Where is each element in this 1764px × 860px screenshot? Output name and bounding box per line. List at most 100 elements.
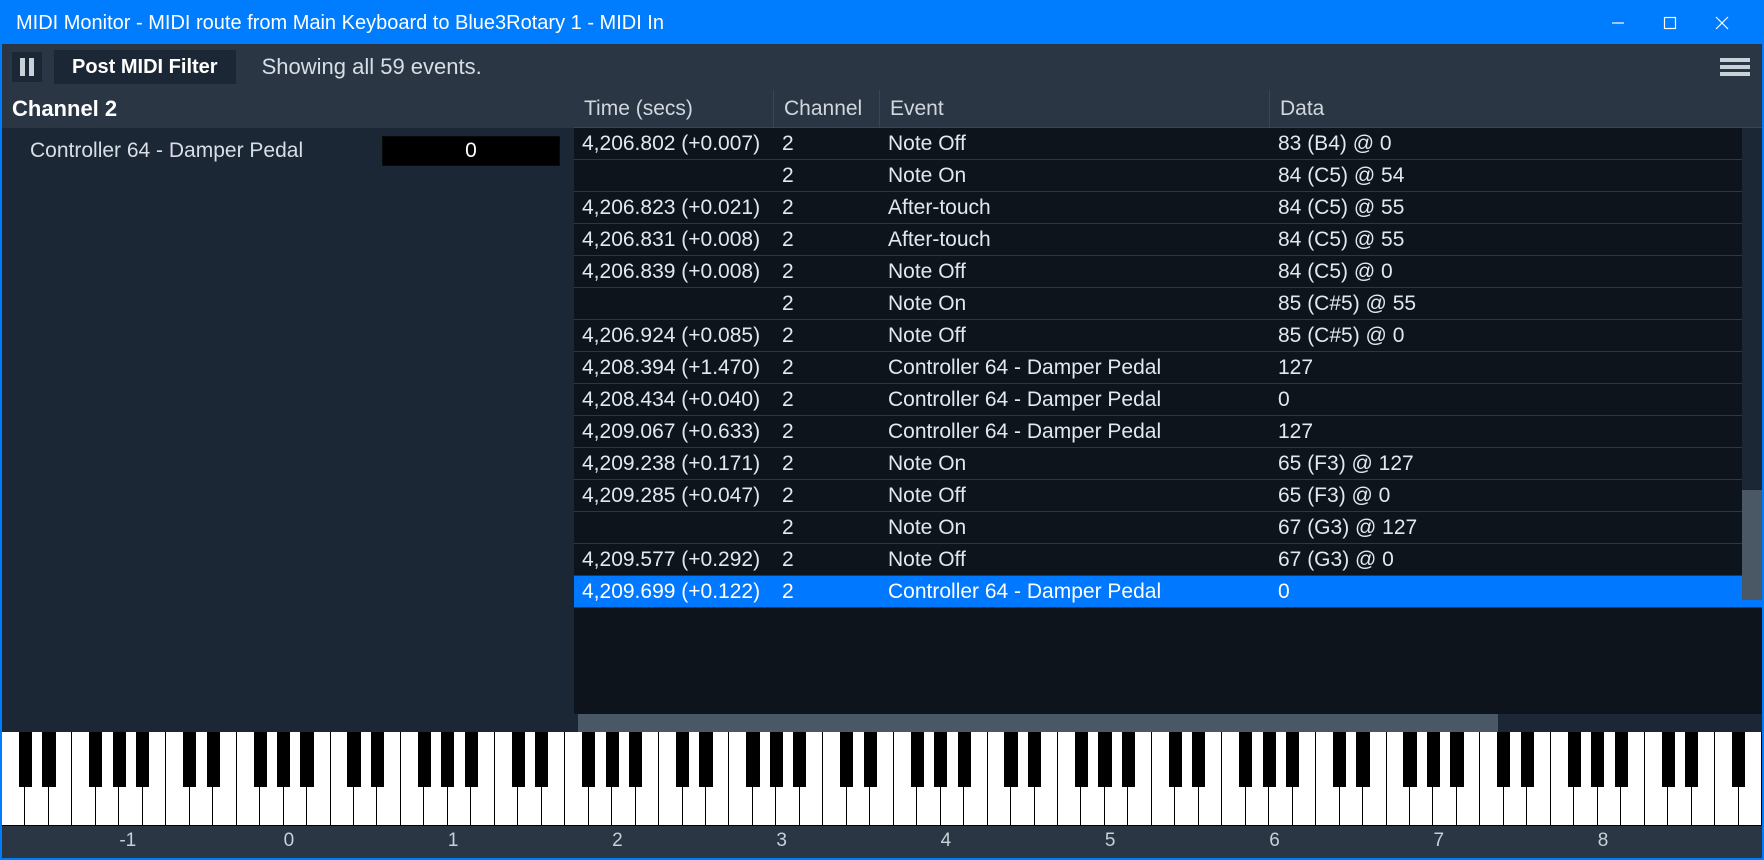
table-row[interactable]: 4,206.823 (+0.021)2After-touch84 (C5) @ … <box>574 192 1762 224</box>
black-key[interactable] <box>1732 732 1745 787</box>
table-row[interactable]: 4,209.238 (+0.171)2Note On65 (F3) @ 127 <box>574 448 1762 480</box>
filter-mode-button[interactable]: Post MIDI Filter <box>54 50 236 84</box>
table-row[interactable]: 4,209.577 (+0.292)2Note Off67 (G3) @ 0 <box>574 544 1762 576</box>
black-key[interactable] <box>770 732 783 787</box>
table-row[interactable]: 4,206.802 (+0.007)2Note Off83 (B4) @ 0 <box>574 128 1762 160</box>
black-key[interactable] <box>1450 732 1463 787</box>
black-key[interactable] <box>300 732 313 787</box>
black-key[interactable] <box>1333 732 1346 787</box>
piano-keyboard[interactable] <box>2 732 1762 826</box>
cell-time: 4,209.577 (+0.292) <box>574 544 774 575</box>
column-header-data[interactable]: Data <box>1270 90 1740 127</box>
black-key[interactable] <box>42 732 55 787</box>
octave-label: 4 <box>941 830 952 852</box>
cell-channel: 2 <box>774 576 880 607</box>
cell-channel: 2 <box>774 544 880 575</box>
vertical-scrollbar[interactable] <box>1742 128 1762 600</box>
black-key[interactable] <box>911 732 924 787</box>
black-key[interactable] <box>512 732 525 787</box>
table-row[interactable]: 4,209.285 (+0.047)2Note Off65 (F3) @ 0 <box>574 480 1762 512</box>
cell-channel: 2 <box>774 384 880 415</box>
column-header-event[interactable]: Event <box>880 90 1270 127</box>
black-key[interactable] <box>746 732 759 787</box>
table-row[interactable]: 4,208.394 (+1.470)2Controller 64 - Dampe… <box>574 352 1762 384</box>
black-key[interactable] <box>958 732 971 787</box>
black-key[interactable] <box>676 732 689 787</box>
black-key[interactable] <box>1403 732 1416 787</box>
pause-button[interactable] <box>12 52 42 82</box>
black-key[interactable] <box>1075 732 1088 787</box>
black-key[interactable] <box>1286 732 1299 787</box>
black-key[interactable] <box>1662 732 1675 787</box>
black-key[interactable] <box>207 732 220 787</box>
black-key[interactable] <box>1427 732 1440 787</box>
black-key[interactable] <box>465 732 478 787</box>
black-key[interactable] <box>1615 732 1628 787</box>
piano-section: -1012345678 <box>2 732 1762 858</box>
black-key[interactable] <box>1685 732 1698 787</box>
black-key[interactable] <box>347 732 360 787</box>
black-key[interactable] <box>535 732 548 787</box>
cell-data: 67 (G3) @ 0 <box>1270 544 1762 575</box>
hamburger-icon <box>1720 58 1750 62</box>
black-key[interactable] <box>629 732 642 787</box>
black-key[interactable] <box>582 732 595 787</box>
table-row[interactable]: 2Note On67 (G3) @ 127 <box>574 512 1762 544</box>
black-key[interactable] <box>89 732 102 787</box>
black-key[interactable] <box>371 732 384 787</box>
black-key[interactable] <box>1028 732 1041 787</box>
black-key[interactable] <box>1497 732 1510 787</box>
table-row[interactable]: 4,206.831 (+0.008)2After-touch84 (C5) @ … <box>574 224 1762 256</box>
table-row[interactable]: 4,209.699 (+0.122)2Controller 64 - Dampe… <box>574 576 1762 608</box>
vertical-scrollbar-thumb[interactable] <box>1742 490 1762 600</box>
table-row[interactable]: 4,208.434 (+0.040)2Controller 64 - Dampe… <box>574 384 1762 416</box>
cell-time: 4,206.839 (+0.008) <box>574 256 774 287</box>
black-key[interactable] <box>1169 732 1182 787</box>
black-key[interactable] <box>254 732 267 787</box>
black-key[interactable] <box>1098 732 1111 787</box>
column-header-time[interactable]: Time (secs) <box>574 90 774 127</box>
black-key[interactable] <box>1356 732 1369 787</box>
table-row[interactable]: 2Note On84 (C5) @ 54 <box>574 160 1762 192</box>
table-row[interactable]: 4,206.839 (+0.008)2Note Off84 (C5) @ 0 <box>574 256 1762 288</box>
black-key[interactable] <box>1521 732 1534 787</box>
black-key[interactable] <box>113 732 126 787</box>
hamburger-menu-button[interactable] <box>1718 52 1752 82</box>
black-key[interactable] <box>699 732 712 787</box>
cell-time: 4,206.924 (+0.085) <box>574 320 774 351</box>
black-key[interactable] <box>840 732 853 787</box>
black-key[interactable] <box>183 732 196 787</box>
black-key[interactable] <box>1122 732 1135 787</box>
cell-channel: 2 <box>774 256 880 287</box>
black-key[interactable] <box>136 732 149 787</box>
octave-label: 6 <box>1269 830 1280 852</box>
black-key[interactable] <box>864 732 877 787</box>
cell-channel: 2 <box>774 352 880 383</box>
minimize-button[interactable] <box>1592 2 1644 44</box>
black-key[interactable] <box>1263 732 1276 787</box>
close-button[interactable] <box>1696 2 1748 44</box>
black-key[interactable] <box>441 732 454 787</box>
cell-data: 85 (C#5) @ 0 <box>1270 320 1762 351</box>
cell-time: 4,206.823 (+0.021) <box>574 192 774 223</box>
black-key[interactable] <box>1591 732 1604 787</box>
black-key[interactable] <box>793 732 806 787</box>
black-key[interactable] <box>1239 732 1252 787</box>
table-row[interactable]: 4,206.924 (+0.085)2Note Off85 (C#5) @ 0 <box>574 320 1762 352</box>
column-header-channel[interactable]: Channel <box>774 90 880 127</box>
black-key[interactable] <box>19 732 32 787</box>
black-key[interactable] <box>934 732 947 787</box>
black-key[interactable] <box>277 732 290 787</box>
black-key[interactable] <box>1192 732 1205 787</box>
table-row[interactable]: 2Note On85 (C#5) @ 55 <box>574 288 1762 320</box>
table-row[interactable]: 4,209.067 (+0.633)2Controller 64 - Dampe… <box>574 416 1762 448</box>
black-key[interactable] <box>1004 732 1017 787</box>
cell-data: 0 <box>1270 384 1762 415</box>
black-key[interactable] <box>1568 732 1581 787</box>
maximize-button[interactable] <box>1644 2 1696 44</box>
black-key[interactable] <box>418 732 431 787</box>
black-key[interactable] <box>606 732 619 787</box>
table-body[interactable]: 4,206.802 (+0.007)2Note Off83 (B4) @ 02N… <box>574 128 1762 714</box>
horizontal-scrollbar-thumb[interactable] <box>578 714 1498 732</box>
horizontal-scrollbar[interactable] <box>574 714 1762 732</box>
